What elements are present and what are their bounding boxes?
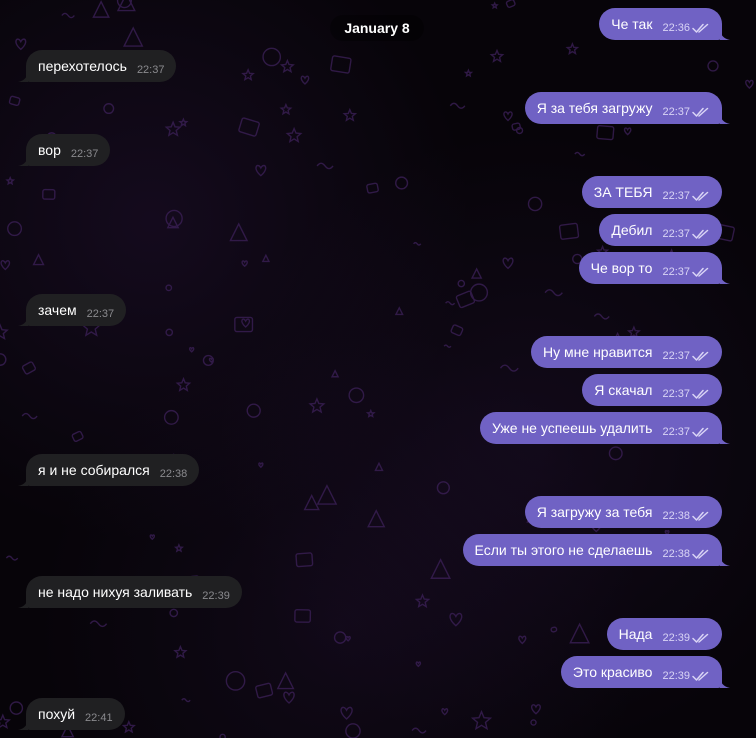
incoming-message[interactable]: перехотелось 22:37 xyxy=(18,50,177,82)
outgoing-message[interactable]: Че вор то 22:37 xyxy=(578,252,730,284)
message-time: 22:39 xyxy=(662,670,690,682)
outgoing-message[interactable]: Нада 22:39 xyxy=(606,618,722,650)
message-text: Я скачал xyxy=(594,382,653,398)
message-meta: 22:37 xyxy=(662,388,710,400)
outgoing-message[interactable]: Я за тебя загружу 22:37 xyxy=(524,92,730,124)
double-check-icon xyxy=(692,671,709,681)
message-time: 22:36 xyxy=(662,22,690,34)
message-text: Уже не успеешь удалить xyxy=(491,420,653,436)
double-check-icon xyxy=(692,229,709,239)
message-text: Если ты этого не сделаешь xyxy=(474,542,653,558)
message-text: Я загружу за тебя xyxy=(536,504,653,520)
message-meta: 22:37 xyxy=(137,64,165,76)
message-time: 22:37 xyxy=(662,350,690,362)
message-time: 22:37 xyxy=(86,308,115,320)
outgoing-message[interactable]: Если ты этого не сделаешь 22:38 xyxy=(462,534,730,566)
outgoing-message[interactable]: Я загружу за тебя 22:38 xyxy=(524,496,722,528)
bubble-tail xyxy=(18,718,28,730)
double-check-icon xyxy=(692,267,709,277)
double-check-icon xyxy=(692,389,709,399)
double-check-icon xyxy=(692,23,709,33)
message-time: 22:41 xyxy=(85,712,113,724)
message-time: 22:37 xyxy=(662,266,690,278)
message-meta: 22:37 xyxy=(662,190,710,202)
message-time: 22:38 xyxy=(662,510,690,522)
message-meta: 22:38 xyxy=(662,510,710,522)
message-text: не надо нихуя заливать xyxy=(38,584,193,600)
incoming-message[interactable]: зачем 22:37 xyxy=(18,294,127,326)
message-text: ЗА ТЕБЯ xyxy=(593,184,653,200)
double-check-icon xyxy=(692,511,709,521)
date-header: January 8 xyxy=(330,15,424,41)
message-time: 22:37 xyxy=(70,148,99,160)
outgoing-message[interactable]: ЗА ТЕБЯ 22:37 xyxy=(581,176,722,208)
message-text: Это красиво xyxy=(572,664,653,680)
bubble-tail xyxy=(720,676,730,688)
message-time: 22:39 xyxy=(202,590,230,602)
message-meta: 22:37 xyxy=(87,308,115,320)
message-time: 22:39 xyxy=(662,632,690,644)
outgoing-message[interactable]: Че так 22:36 xyxy=(599,8,730,40)
bubble-tail xyxy=(18,154,28,166)
message-time: 22:37 xyxy=(662,426,690,438)
message-meta: 22:37 xyxy=(71,148,99,160)
message-meta: 22:37 xyxy=(662,350,710,362)
message-meta: 22:38 xyxy=(160,468,188,480)
message-text: Я за тебя загружу xyxy=(536,100,653,116)
message-meta: 22:37 xyxy=(662,228,710,240)
message-time: 22:37 xyxy=(136,64,165,76)
double-check-icon xyxy=(692,427,709,437)
outgoing-message[interactable]: Это красиво 22:39 xyxy=(560,656,730,688)
bubble-tail xyxy=(720,272,730,284)
outgoing-message[interactable]: Дебил 22:37 xyxy=(599,214,722,246)
bubble-tail xyxy=(720,28,730,40)
double-check-icon xyxy=(692,549,709,559)
message-meta: 22:41 xyxy=(85,712,113,724)
outgoing-message[interactable]: Уже не успеешь удалить 22:37 xyxy=(479,412,730,444)
bubble-tail xyxy=(720,112,730,124)
message-meta: 22:37 xyxy=(662,106,710,118)
message-meta: 22:39 xyxy=(662,632,710,644)
message-text: Ну мне нравится xyxy=(543,344,653,360)
incoming-message[interactable]: вор 22:37 xyxy=(18,134,111,166)
message-time: 22:37 xyxy=(662,228,690,240)
message-text: зачем xyxy=(38,302,77,318)
message-meta: 22:37 xyxy=(662,266,710,278)
message-time: 22:37 xyxy=(662,106,690,118)
message-text: перехотелось xyxy=(38,58,127,74)
message-text: похуй xyxy=(38,706,76,722)
bubble-tail xyxy=(18,474,28,486)
message-time: 22:37 xyxy=(662,190,690,202)
message-meta: 22:36 xyxy=(662,22,710,34)
bubble-tail xyxy=(18,596,28,608)
message-text: Дебил xyxy=(611,222,653,238)
message-meta: 22:37 xyxy=(662,426,710,438)
message-list[interactable]: January 8 Че так 22:36 перехотелось 22:37 Я … xyxy=(0,0,756,738)
incoming-message[interactable]: не надо нихуя заливать 22:39 xyxy=(18,576,242,608)
double-check-icon xyxy=(692,351,709,361)
bubble-tail xyxy=(18,314,28,326)
outgoing-message[interactable]: Я скачал 22:37 xyxy=(582,374,722,406)
message-text: вор xyxy=(38,142,61,158)
bubble-tail xyxy=(720,554,730,566)
double-check-icon xyxy=(692,633,709,643)
message-text: я и не собирался xyxy=(38,462,150,478)
bubble-tail xyxy=(720,432,730,444)
message-time: 22:37 xyxy=(662,388,690,400)
message-meta: 22:38 xyxy=(662,548,710,560)
bubble-tail xyxy=(18,70,28,82)
message-text: Нада xyxy=(618,626,653,642)
incoming-message[interactable]: похуй 22:41 xyxy=(18,698,125,730)
message-meta: 22:39 xyxy=(662,670,710,682)
message-time: 22:38 xyxy=(159,468,188,480)
message-meta: 22:39 xyxy=(202,590,230,602)
double-check-icon xyxy=(692,107,709,117)
message-time: 22:38 xyxy=(662,548,690,560)
double-check-icon xyxy=(692,191,709,201)
outgoing-message[interactable]: Ну мне нравится 22:37 xyxy=(531,336,722,368)
incoming-message[interactable]: я и не собирался 22:38 xyxy=(18,454,200,486)
message-text: Че так xyxy=(611,16,653,32)
message-text: Че вор то xyxy=(590,260,653,276)
